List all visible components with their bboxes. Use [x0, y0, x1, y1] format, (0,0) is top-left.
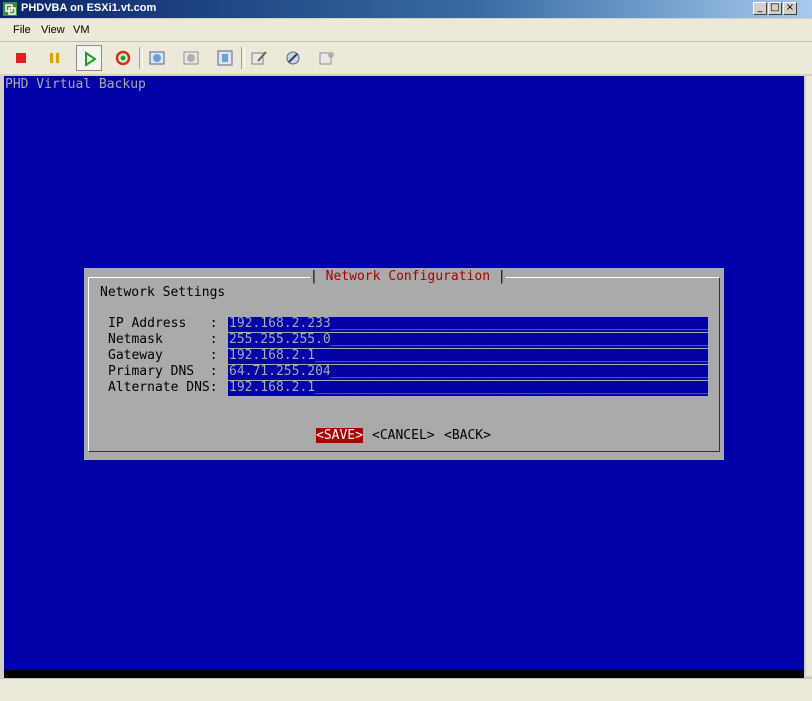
- revert-snapshot-button[interactable]: [178, 45, 204, 71]
- cancel-button[interactable]: <CANCEL>: [372, 428, 435, 443]
- menu-view[interactable]: View: [41, 24, 65, 36]
- console-options-button[interactable]: [314, 45, 340, 71]
- vm-console[interactable]: PHD Virtual Backup | Network Configurati…: [4, 76, 804, 670]
- alternate-dns-input[interactable]: 192.168.2.1_____________________________…: [228, 381, 708, 396]
- snapshot-icon: [149, 51, 165, 65]
- suspend-icon: [50, 53, 59, 63]
- status-bar: [0, 678, 812, 701]
- field-label: Gateway :: [108, 348, 218, 363]
- snapshot-button[interactable]: [144, 45, 170, 71]
- console-title: PHD Virtual Backup: [5, 77, 146, 92]
- power-on-icon: [85, 51, 97, 67]
- title-bar: PHDVBA on ESXi1.vt.com _ □ ×: [0, 0, 812, 18]
- reset-icon: [115, 50, 131, 66]
- suspend-button[interactable]: [42, 45, 68, 71]
- toolbar-separator: [241, 47, 245, 69]
- window-title: PHDVBA on ESXi1.vt.com: [21, 2, 157, 14]
- vm-app-icon: [3, 2, 17, 16]
- back-button[interactable]: <BACK>: [444, 428, 491, 443]
- dialog-title: | Network Configuration |: [310, 269, 506, 284]
- toolbar-separator: [139, 47, 143, 69]
- primary-dns-input[interactable]: 64.71.255.204___________________________…: [228, 365, 708, 380]
- edit-settings-icon: [251, 51, 267, 65]
- field-label: Primary DNS :: [108, 364, 218, 379]
- revert-snapshot-icon: [183, 51, 199, 65]
- reset-button[interactable]: [110, 45, 136, 71]
- menu-file[interactable]: File: [13, 24, 31, 36]
- power-off-button[interactable]: [8, 45, 34, 71]
- close-button[interactable]: ×: [783, 2, 797, 15]
- window-edge: [806, 76, 812, 676]
- field-label: IP Address :: [108, 316, 218, 331]
- ip-address-input[interactable]: 192.168.2.233___________________________…: [228, 317, 708, 332]
- toolbar: [0, 42, 812, 74]
- dialog-title-text: Network Configuration: [325, 269, 491, 284]
- edit-settings-button[interactable]: [246, 45, 272, 71]
- vm-tools-button[interactable]: [280, 45, 306, 71]
- field-label: Alternate DNS:: [108, 380, 218, 395]
- save-button[interactable]: <SAVE>: [316, 428, 363, 443]
- network-config-dialog: | Network Configuration | Network Settin…: [84, 268, 724, 460]
- minimize-button[interactable]: _: [753, 2, 767, 15]
- gateway-input[interactable]: 192.168.2.1_____________________________…: [228, 349, 708, 364]
- field-label: Netmask :: [108, 332, 218, 347]
- menu-bar: File View VM: [0, 19, 812, 42]
- console-options-icon: [319, 52, 334, 65]
- section-heading: Network Settings: [100, 285, 226, 300]
- power-on-button[interactable]: [76, 45, 102, 71]
- console-bottom-strip: [4, 670, 804, 678]
- vm-tools-icon: [286, 51, 300, 65]
- snapshot-manager-button[interactable]: [212, 45, 238, 71]
- power-off-icon: [16, 53, 26, 63]
- menu-vm[interactable]: VM: [73, 24, 90, 36]
- maximize-button[interactable]: □: [768, 2, 782, 15]
- snapshot-manager-icon: [217, 50, 233, 66]
- netmask-input[interactable]: 255.255.255.0___________________________…: [228, 333, 708, 348]
